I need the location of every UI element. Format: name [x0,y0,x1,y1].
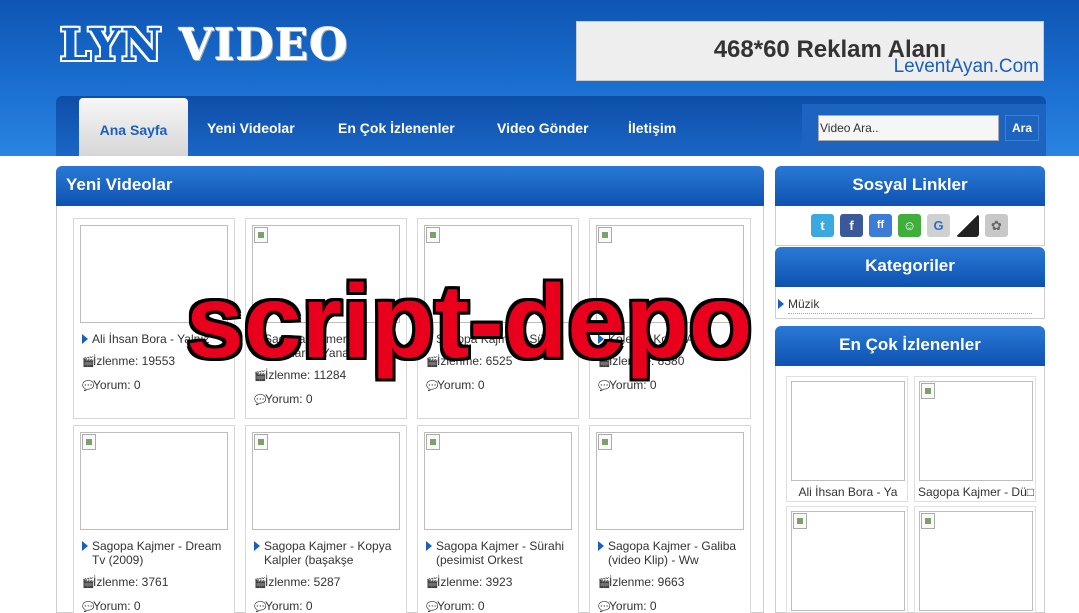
search-input[interactable] [818,115,999,141]
video-thumbnail[interactable] [919,381,1033,481]
video-comments: 💬Yorum: 0 [598,599,657,613]
popular-videos: Ali İhsan Bora - Ya Sagopa Kajmer - Dü□ [775,366,1045,613]
video-card[interactable]: Sagopa Kajmer - Kopya Kalpler (başakşe 🎬… [245,425,407,613]
video-comments: 💬Yorum: 0 [82,378,141,392]
arrow-icon [426,541,432,551]
broken-image-icon [254,227,268,243]
video-thumbnail[interactable] [596,432,744,530]
divider [788,313,1032,314]
comment-icon: 💬 [598,381,611,392]
logo-part-1: LYN [60,20,163,71]
video-thumbnail[interactable] [791,511,905,611]
video-views: 🎬İzlenme: 5287 [254,575,341,589]
nav-item-en-cok-izlenenler[interactable]: En Çok İzlenenler [338,120,455,136]
delicious-icon[interactable] [956,214,979,237]
video-thumbnail[interactable] [80,432,228,530]
video-thumbnail[interactable] [791,381,905,481]
google-icon[interactable]: G [927,214,950,237]
comment-icon: 💬 [82,602,95,613]
comment-icon: 💬 [426,381,439,392]
myspace-icon[interactable]: ☺ [898,214,921,237]
film-icon: 🎬 [598,578,611,589]
comment-icon: 💬 [598,602,611,613]
broken-image-icon [82,434,96,450]
video-comments: 💬Yorum: 0 [598,378,657,392]
video-thumbnail[interactable] [424,432,572,530]
video-views: 🎬İzlenme: 19553 [82,354,176,368]
site-logo[interactable]: LYN VIDEO [60,20,349,71]
video-title[interactable]: Sagopa Kajmer - Sürahi (pesimist Orkest [426,539,574,567]
social-links: t f ff ☺ G ✿ [775,206,1045,246]
comment-icon: 💬 [254,602,267,613]
main-nav: Ana Sayfa Yeni Videolar En Çok İzlenenle… [56,96,1046,156]
search-button[interactable]: Ara [1005,115,1039,141]
video-card[interactable]: Sagopa Kajmer - Sürahi (pesimist Orkest … [417,425,579,613]
video-card[interactable]: Sagopa Kajmer - Dream Tv (2009) 🎬İzlenme… [73,425,235,613]
broken-image-icon [254,434,268,450]
video-thumbnail[interactable] [919,511,1033,611]
video-views: 🎬İzlenme: 3761 [82,575,169,589]
arrow-icon [778,299,784,309]
popular-panel-title: En Çok İzlenenler [775,326,1045,366]
arrow-icon [82,541,88,551]
video-comments: 💬Yorum: 0 [82,599,141,613]
popular-video-title[interactable]: Sagopa Kajmer - Dü□ [915,485,1037,499]
nav-item-video-gonder[interactable]: Video Gönder [497,120,589,136]
broken-image-icon [426,227,440,243]
broken-image-icon [793,513,807,529]
ad-banner[interactable]: 468*60 Reklam Alanı LeventAyan.Com [576,21,1044,81]
friendfeed-icon[interactable]: ff [869,214,892,237]
video-comments: 💬Yorum: 0 [254,599,313,613]
film-icon: 🎬 [82,578,95,589]
video-thumbnail[interactable] [252,432,400,530]
popular-video-card[interactable] [786,506,908,613]
category-item-muzik[interactable]: Müzik [778,297,819,311]
broken-image-icon [921,513,935,529]
comment-icon: 💬 [254,395,267,406]
social-panel-title: Sosyal Linkler [775,166,1045,206]
video-comments: 💬Yorum: 0 [426,599,485,613]
popular-video-card[interactable] [914,506,1036,613]
categories-list: Müzik [775,287,1045,319]
video-comments: 💬Yorum: 0 [426,378,485,392]
arrow-icon [254,541,260,551]
twitter-icon[interactable]: t [811,214,834,237]
arrow-icon [598,541,604,551]
video-comments: 💬Yorum: 0 [254,392,313,406]
video-title[interactable]: Sagopa Kajmer - Dream Tv (2009) [82,539,230,567]
video-card[interactable]: Sagopa Kajmer - Galiba (video Klip) - Ww… [589,425,751,613]
video-title[interactable]: Sagopa Kajmer - Galiba (video Klip) - Ww [598,539,746,567]
popular-video-card[interactable]: Sagopa Kajmer - Dü□ [914,376,1036,502]
nav-item-iletisim[interactable]: İletişim [628,120,676,136]
ad-credit: LeventAyan.Com [893,56,1039,77]
comment-icon: 💬 [426,602,439,613]
nav-item-ana-sayfa[interactable]: Ana Sayfa [79,98,188,156]
search-box: Ara [802,104,1046,156]
categories-panel-title: Kategoriler [775,247,1045,287]
popular-video-card[interactable]: Ali İhsan Bora - Ya [786,376,908,502]
site-header: LYN VIDEO 468*60 Reklam Alanı LeventAyan… [0,0,1079,156]
arrow-icon [82,334,88,344]
comment-icon: 💬 [82,381,95,392]
broken-image-icon [921,383,935,399]
video-views: 🎬İzlenme: 3923 [426,575,513,589]
popular-video-title[interactable]: Ali İhsan Bora - Ya [787,485,909,499]
film-icon: 🎬 [426,578,439,589]
facebook-icon[interactable]: f [840,214,863,237]
broken-image-icon [598,227,612,243]
stumbleupon-icon[interactable]: ✿ [985,214,1008,237]
broken-image-icon [598,434,612,450]
film-icon: 🎬 [254,578,267,589]
broken-image-icon [426,434,440,450]
watermark-text: script-depo [186,264,753,380]
video-views: 🎬İzlenme: 9663 [598,575,685,589]
main-panel-title: Yeni Videolar [56,166,764,206]
film-icon: 🎬 [82,357,95,368]
nav-item-yeni-videolar[interactable]: Yeni Videolar [207,120,295,136]
video-title[interactable]: Sagopa Kajmer - Kopya Kalpler (başakşe [254,539,402,567]
logo-part-2: VIDEO [179,20,349,71]
